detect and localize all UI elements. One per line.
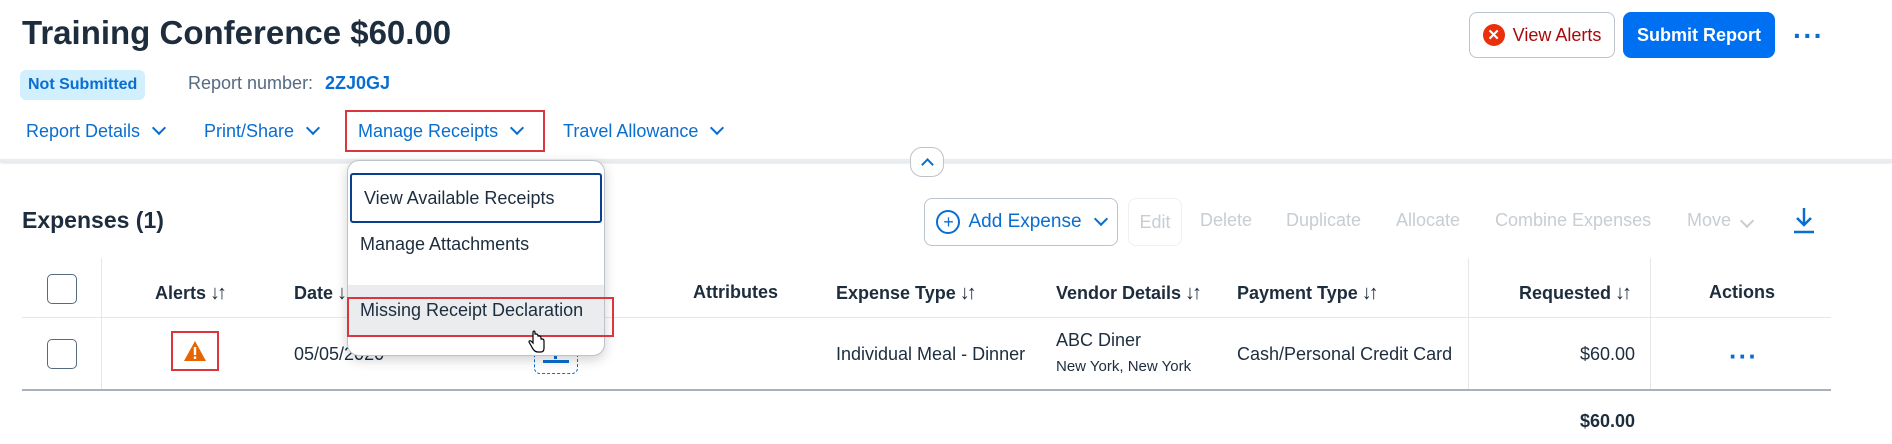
tab-report-details[interactable]: Report Details — [26, 118, 167, 144]
column-label: Requested — [1519, 283, 1612, 303]
view-alerts-label: View Alerts — [1512, 24, 1602, 45]
column-header-attributes: Attributes — [693, 282, 778, 302]
delete-button[interactable]: Delete — [1200, 210, 1252, 231]
expenses-title: Expenses (1) — [22, 207, 164, 233]
chevron-down-icon — [1739, 213, 1755, 229]
report-number-value: 2ZJ0GJ — [325, 73, 391, 93]
tab-print-share[interactable]: Print/Share — [204, 118, 321, 144]
sort-icon: ↓↑ — [1615, 282, 1632, 304]
column-header-payment-type[interactable]: Payment Type ↓↑ — [1237, 282, 1379, 305]
missing-receipt-highlight — [347, 297, 614, 337]
table-bottom-border — [22, 389, 1831, 391]
chevron-down-icon — [151, 120, 167, 136]
column-divider — [1650, 258, 1651, 390]
sort-icon: ↓↑ — [1185, 282, 1202, 304]
duplicate-button[interactable]: Duplicate — [1286, 210, 1361, 231]
menu-item-view-available-receipts[interactable]: View Available Receipts — [350, 173, 602, 223]
column-header-date[interactable]: Date ↓ — [294, 282, 347, 305]
tab-label: Print/Share — [204, 120, 295, 141]
page-title: Training Conference $60.00 — [22, 14, 452, 51]
header-row-divider — [22, 317, 1831, 318]
row-vendor-location: New York, New York — [1056, 358, 1192, 375]
row-payment-type: Cash/Personal Credit Card — [1237, 344, 1453, 364]
column-divider — [1468, 258, 1469, 390]
chevron-down-icon — [1093, 211, 1108, 227]
column-label: Vendor Details — [1056, 283, 1182, 303]
report-number-label: Report number: — [188, 73, 314, 93]
submit-report-button[interactable]: Submit Report — [1623, 12, 1775, 58]
add-expense-button[interactable]: + Add Expense — [924, 198, 1118, 246]
add-expense-label: Add Expense — [968, 211, 1082, 232]
allocate-button[interactable]: Allocate — [1396, 210, 1460, 231]
header-divider — [0, 159, 1892, 162]
status-badge: Not Submitted — [20, 70, 146, 100]
download-icon[interactable] — [1793, 206, 1815, 234]
row-actions-more-icon[interactable]: ··· — [1729, 341, 1758, 372]
alert-highlight[interactable] — [171, 331, 219, 371]
column-label: Date — [294, 283, 334, 303]
select-all-checkbox[interactable] — [47, 274, 77, 304]
chevron-down-icon — [710, 120, 725, 136]
warning-icon — [184, 341, 206, 361]
collapse-header-button[interactable] — [910, 147, 944, 177]
column-label: Expense Type — [836, 283, 956, 303]
column-header-vendor-details[interactable]: Vendor Details ↓↑ — [1056, 282, 1202, 305]
edit-button[interactable]: Edit — [1128, 198, 1182, 246]
view-alerts-button[interactable]: ✕ View Alerts — [1469, 12, 1615, 58]
upload-icon-base — [543, 360, 569, 363]
tab-travel-allowance[interactable]: Travel Allowance — [563, 118, 725, 144]
move-label: Move — [1687, 210, 1732, 230]
row-vendor: ABC Diner — [1056, 330, 1142, 350]
column-label: Alerts — [155, 283, 207, 303]
sort-icon: ↓↑ — [1361, 282, 1379, 304]
move-button[interactable]: Move — [1687, 210, 1755, 231]
column-header-expense-type[interactable]: Expense Type ↓↑ — [836, 282, 977, 305]
sort-icon: ↓ — [337, 282, 347, 304]
row-checkbox[interactable] — [47, 339, 77, 369]
manage-receipts-highlight — [345, 110, 545, 152]
tab-label: Travel Allowance — [563, 120, 699, 141]
combine-expenses-button[interactable]: Combine Expenses — [1495, 210, 1651, 231]
column-label: Payment Type — [1237, 283, 1358, 303]
column-header-alerts[interactable]: Alerts ↓↑ — [155, 282, 227, 305]
chevron-up-icon — [920, 158, 934, 171]
sort-icon: ↓↑ — [959, 282, 977, 304]
total-amount: $60.00 — [1580, 411, 1636, 431]
chevron-down-icon — [305, 120, 321, 136]
tab-label: Report Details — [26, 120, 141, 141]
column-header-requested[interactable]: Requested ↓↑ — [1519, 282, 1632, 305]
menu-item-manage-attachments[interactable]: Manage Attachments — [348, 219, 604, 269]
row-expense-type: Individual Meal - Dinner — [836, 344, 1026, 364]
more-options-icon[interactable]: ··· — [1793, 20, 1824, 52]
error-circle-icon: ✕ — [1482, 24, 1505, 46]
sort-icon: ↓↑ — [210, 282, 227, 304]
row-requested: $60.00 — [1580, 344, 1636, 364]
column-divider — [101, 258, 102, 390]
hand-cursor-icon — [528, 330, 545, 353]
plus-circle-icon: + — [936, 210, 961, 234]
column-header-actions: Actions — [1709, 282, 1776, 302]
